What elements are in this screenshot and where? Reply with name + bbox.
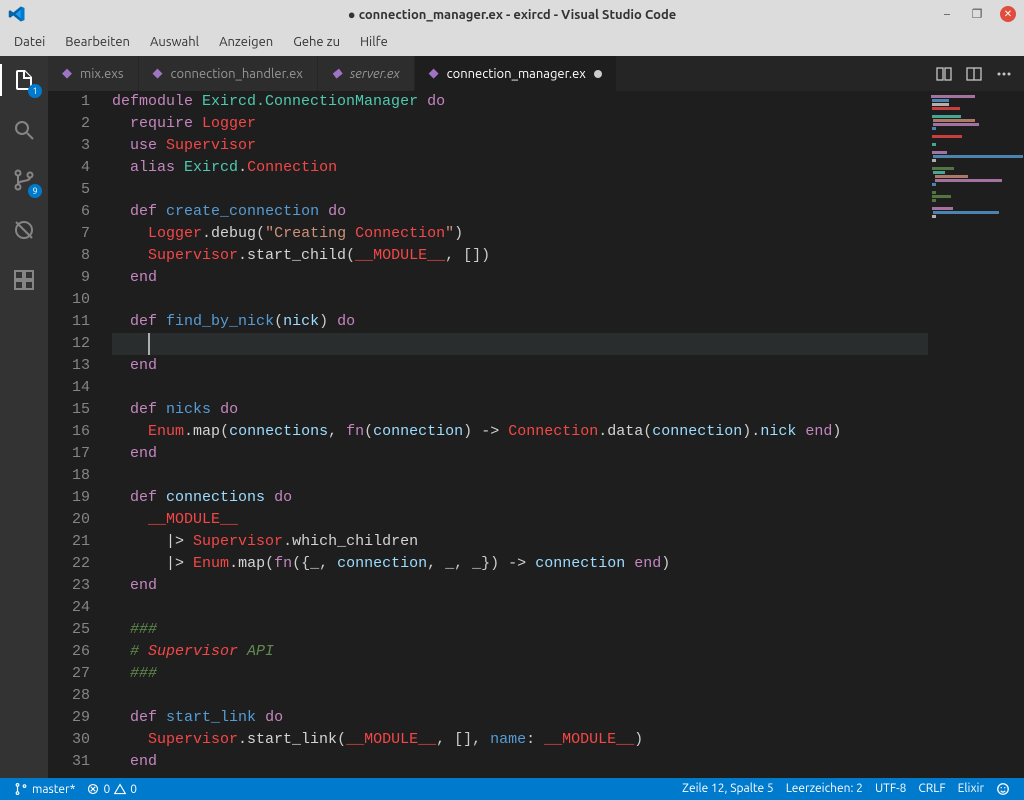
tab-label: mix.exs	[80, 67, 124, 81]
git-branch-icon	[14, 782, 28, 796]
status-language[interactable]: Elixir	[952, 782, 990, 795]
activity-search[interactable]	[8, 114, 40, 146]
elixir-file-icon: ◆	[62, 66, 72, 81]
window-controls: – ❐ ✕	[940, 6, 1016, 22]
tab-bar: ◆ mix.exs ◆ connection_handler.ex ◆ serv…	[48, 56, 1024, 91]
dirty-indicator-icon	[594, 70, 602, 78]
elixir-file-icon: ◆	[153, 66, 163, 81]
minimize-button[interactable]: –	[940, 7, 954, 21]
menu-selection[interactable]: Auswahl	[140, 31, 209, 53]
status-problems[interactable]: 0 0	[81, 778, 143, 800]
status-cursor-position[interactable]: Zeile 12, Spalte 5	[676, 782, 780, 795]
tab-server[interactable]: ◆ server.ex	[318, 56, 415, 91]
activity-source-control[interactable]: 9	[8, 164, 40, 196]
tab-actions	[924, 56, 1024, 91]
extensions-icon	[12, 268, 36, 292]
activity-extensions[interactable]	[8, 264, 40, 296]
code-editor[interactable]: 1234567891011121314151617181920212223242…	[48, 91, 1024, 778]
menu-edit[interactable]: Bearbeiten	[55, 31, 140, 53]
status-branch[interactable]: master*	[8, 778, 81, 800]
menubar: Datei Bearbeiten Auswahl Anzeigen Gehe z…	[0, 28, 1024, 56]
editor-area: ◆ mix.exs ◆ connection_handler.ex ◆ serv…	[48, 56, 1024, 778]
minimap[interactable]	[928, 91, 1024, 778]
activity-explorer[interactable]: 1	[8, 64, 40, 96]
tab-label: connection_handler.ex	[171, 67, 303, 81]
menu-help[interactable]: Hilfe	[350, 31, 398, 53]
maximize-button[interactable]: ❐	[970, 7, 984, 21]
search-icon	[12, 118, 36, 142]
debug-icon	[12, 218, 36, 242]
status-eol[interactable]: CRLF	[912, 782, 951, 795]
status-bar: master* 0 0 Zeile 12, Spalte 5 Leerzeich…	[0, 778, 1024, 800]
tab-connection-handler[interactable]: ◆ connection_handler.ex	[139, 56, 318, 91]
explorer-badge: 1	[28, 84, 42, 98]
smiley-icon	[996, 782, 1010, 796]
titlebar: ● connection_manager.ex - exircd - Visua…	[0, 0, 1024, 28]
tab-label: server.ex	[350, 67, 400, 81]
error-count: 0	[103, 783, 110, 796]
main-area: 1 9 ◆ mix.exs ◆ connection_handler.ex	[0, 56, 1024, 778]
more-actions-icon[interactable]	[996, 66, 1012, 82]
tab-connection-manager[interactable]: ◆ connection_manager.ex	[415, 56, 617, 91]
vscode-logo-icon	[8, 5, 26, 23]
status-feedback[interactable]	[990, 782, 1016, 796]
elixir-file-icon: ◆	[429, 66, 439, 81]
warning-count: 0	[130, 783, 137, 796]
close-button[interactable]: ✕	[1000, 6, 1016, 22]
activity-bar: 1 9	[0, 56, 48, 778]
code-content[interactable]: defmodule Exircd.ConnectionManager do re…	[108, 91, 928, 778]
status-indent[interactable]: Leerzeichen: 2	[780, 782, 869, 795]
warning-icon	[114, 783, 126, 795]
menu-view[interactable]: Anzeigen	[209, 31, 283, 53]
scm-badge: 9	[28, 184, 42, 198]
tab-spacer	[617, 56, 924, 91]
line-number-gutter: 1234567891011121314151617181920212223242…	[48, 91, 108, 778]
split-editor-icon[interactable]	[966, 66, 982, 82]
status-branch-label: master*	[32, 783, 75, 796]
menu-goto[interactable]: Gehe zu	[283, 31, 350, 53]
window-title: ● connection_manager.ex - exircd - Visua…	[348, 7, 676, 22]
status-encoding[interactable]: UTF-8	[869, 782, 912, 795]
tab-mix-exs[interactable]: ◆ mix.exs	[48, 56, 139, 91]
tab-label: connection_manager.ex	[447, 67, 586, 81]
compare-changes-icon[interactable]	[936, 66, 952, 82]
activity-debug[interactable]	[8, 214, 40, 246]
menu-file[interactable]: Datei	[4, 31, 55, 53]
error-icon	[87, 783, 99, 795]
status-right: Zeile 12, Spalte 5 Leerzeichen: 2 UTF-8 …	[676, 782, 1016, 796]
elixir-file-icon: ◆	[332, 66, 342, 81]
